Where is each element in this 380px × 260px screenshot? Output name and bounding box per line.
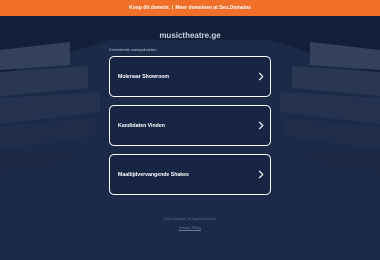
search-link-label: Molenaar Showroom: [118, 73, 170, 80]
search-link-label: Maaltijdvervangende Shakes: [118, 171, 189, 178]
search-link-molenaar-showroom[interactable]: Molenaar Showroom: [109, 56, 271, 97]
search-link-label: Kandidaten Vinden: [118, 122, 165, 129]
chevron-right-icon: [258, 72, 264, 81]
privacy-policy-link[interactable]: Privacy Policy: [0, 226, 380, 230]
related-searches-label: Gerelateerde zoekopdrachten: [109, 48, 157, 52]
search-link-maaltijdvervangende-shakes[interactable]: Maaltijdvervangende Shakes: [109, 154, 271, 195]
search-link-kandidaten-vinden[interactable]: Kandidaten Vinden: [109, 105, 271, 146]
chevron-right-icon: [258, 170, 264, 179]
domain-title: musictheatre.ge: [159, 31, 221, 40]
parked-domain-page: Koop dit domein. | Meer domeinen at Seo.…: [0, 0, 380, 260]
buy-domain-link[interactable]: Koop dit domein.: [129, 5, 170, 11]
top-banner: Koop dit domein. | Meer domeinen at Seo.…: [0, 0, 380, 16]
chevron-right-icon: [258, 121, 264, 130]
more-domains-link[interactable]: Meer domeinen at Seo.Domains: [175, 5, 251, 11]
footer-copyright: 2024 Copyright | All Rights Reserved.: [163, 217, 217, 221]
